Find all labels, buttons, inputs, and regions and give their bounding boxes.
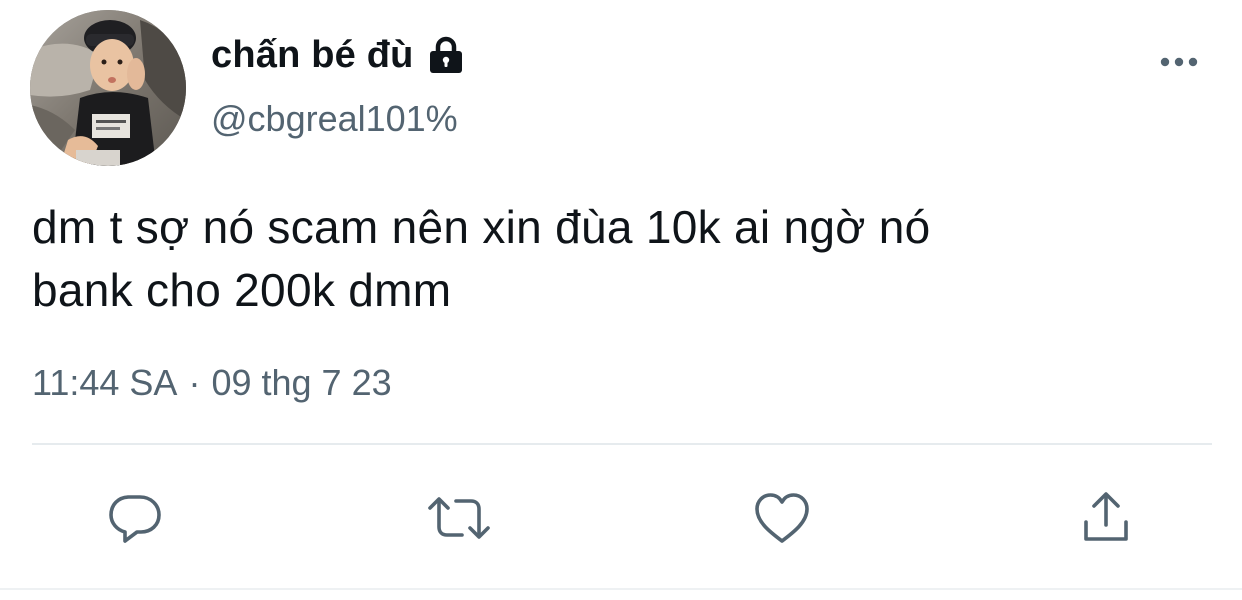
reply-icon (109, 495, 161, 543)
avatar-image (30, 10, 186, 166)
like-button[interactable] (744, 480, 820, 556)
reply-button[interactable] (97, 480, 173, 556)
retweet-button[interactable] (421, 480, 497, 556)
tweet-timestamp[interactable]: 11:44 SA · 09 thg 7 23 (32, 362, 392, 404)
heart-icon (755, 493, 809, 543)
tweet-text: dm t sợ nó scam nên xin đùa 10k ai ngờ n… (32, 201, 931, 316)
display-name-row: chấn bé đù (211, 30, 466, 80)
share-button[interactable] (1068, 480, 1144, 556)
bottom-divider (0, 588, 1242, 590)
tweet-time: 11:44 SA (32, 362, 178, 403)
divider (32, 443, 1212, 445)
more-icon[interactable] (1156, 50, 1202, 74)
tweet-date: 09 thg 7 23 (211, 362, 392, 403)
share-icon (1084, 492, 1128, 541)
retweet-icon (428, 497, 490, 539)
meta-separator: · (188, 362, 201, 403)
tweet-detail: chấn bé đù @cbgreal101% dm t sợ nó scam … (0, 0, 1242, 600)
lock-icon (426, 35, 466, 75)
action-bar (0, 480, 1242, 556)
user-handle[interactable]: @cbgreal101% (211, 98, 458, 140)
display-name[interactable]: chấn bé đù (211, 34, 414, 77)
avatar[interactable] (30, 10, 186, 166)
